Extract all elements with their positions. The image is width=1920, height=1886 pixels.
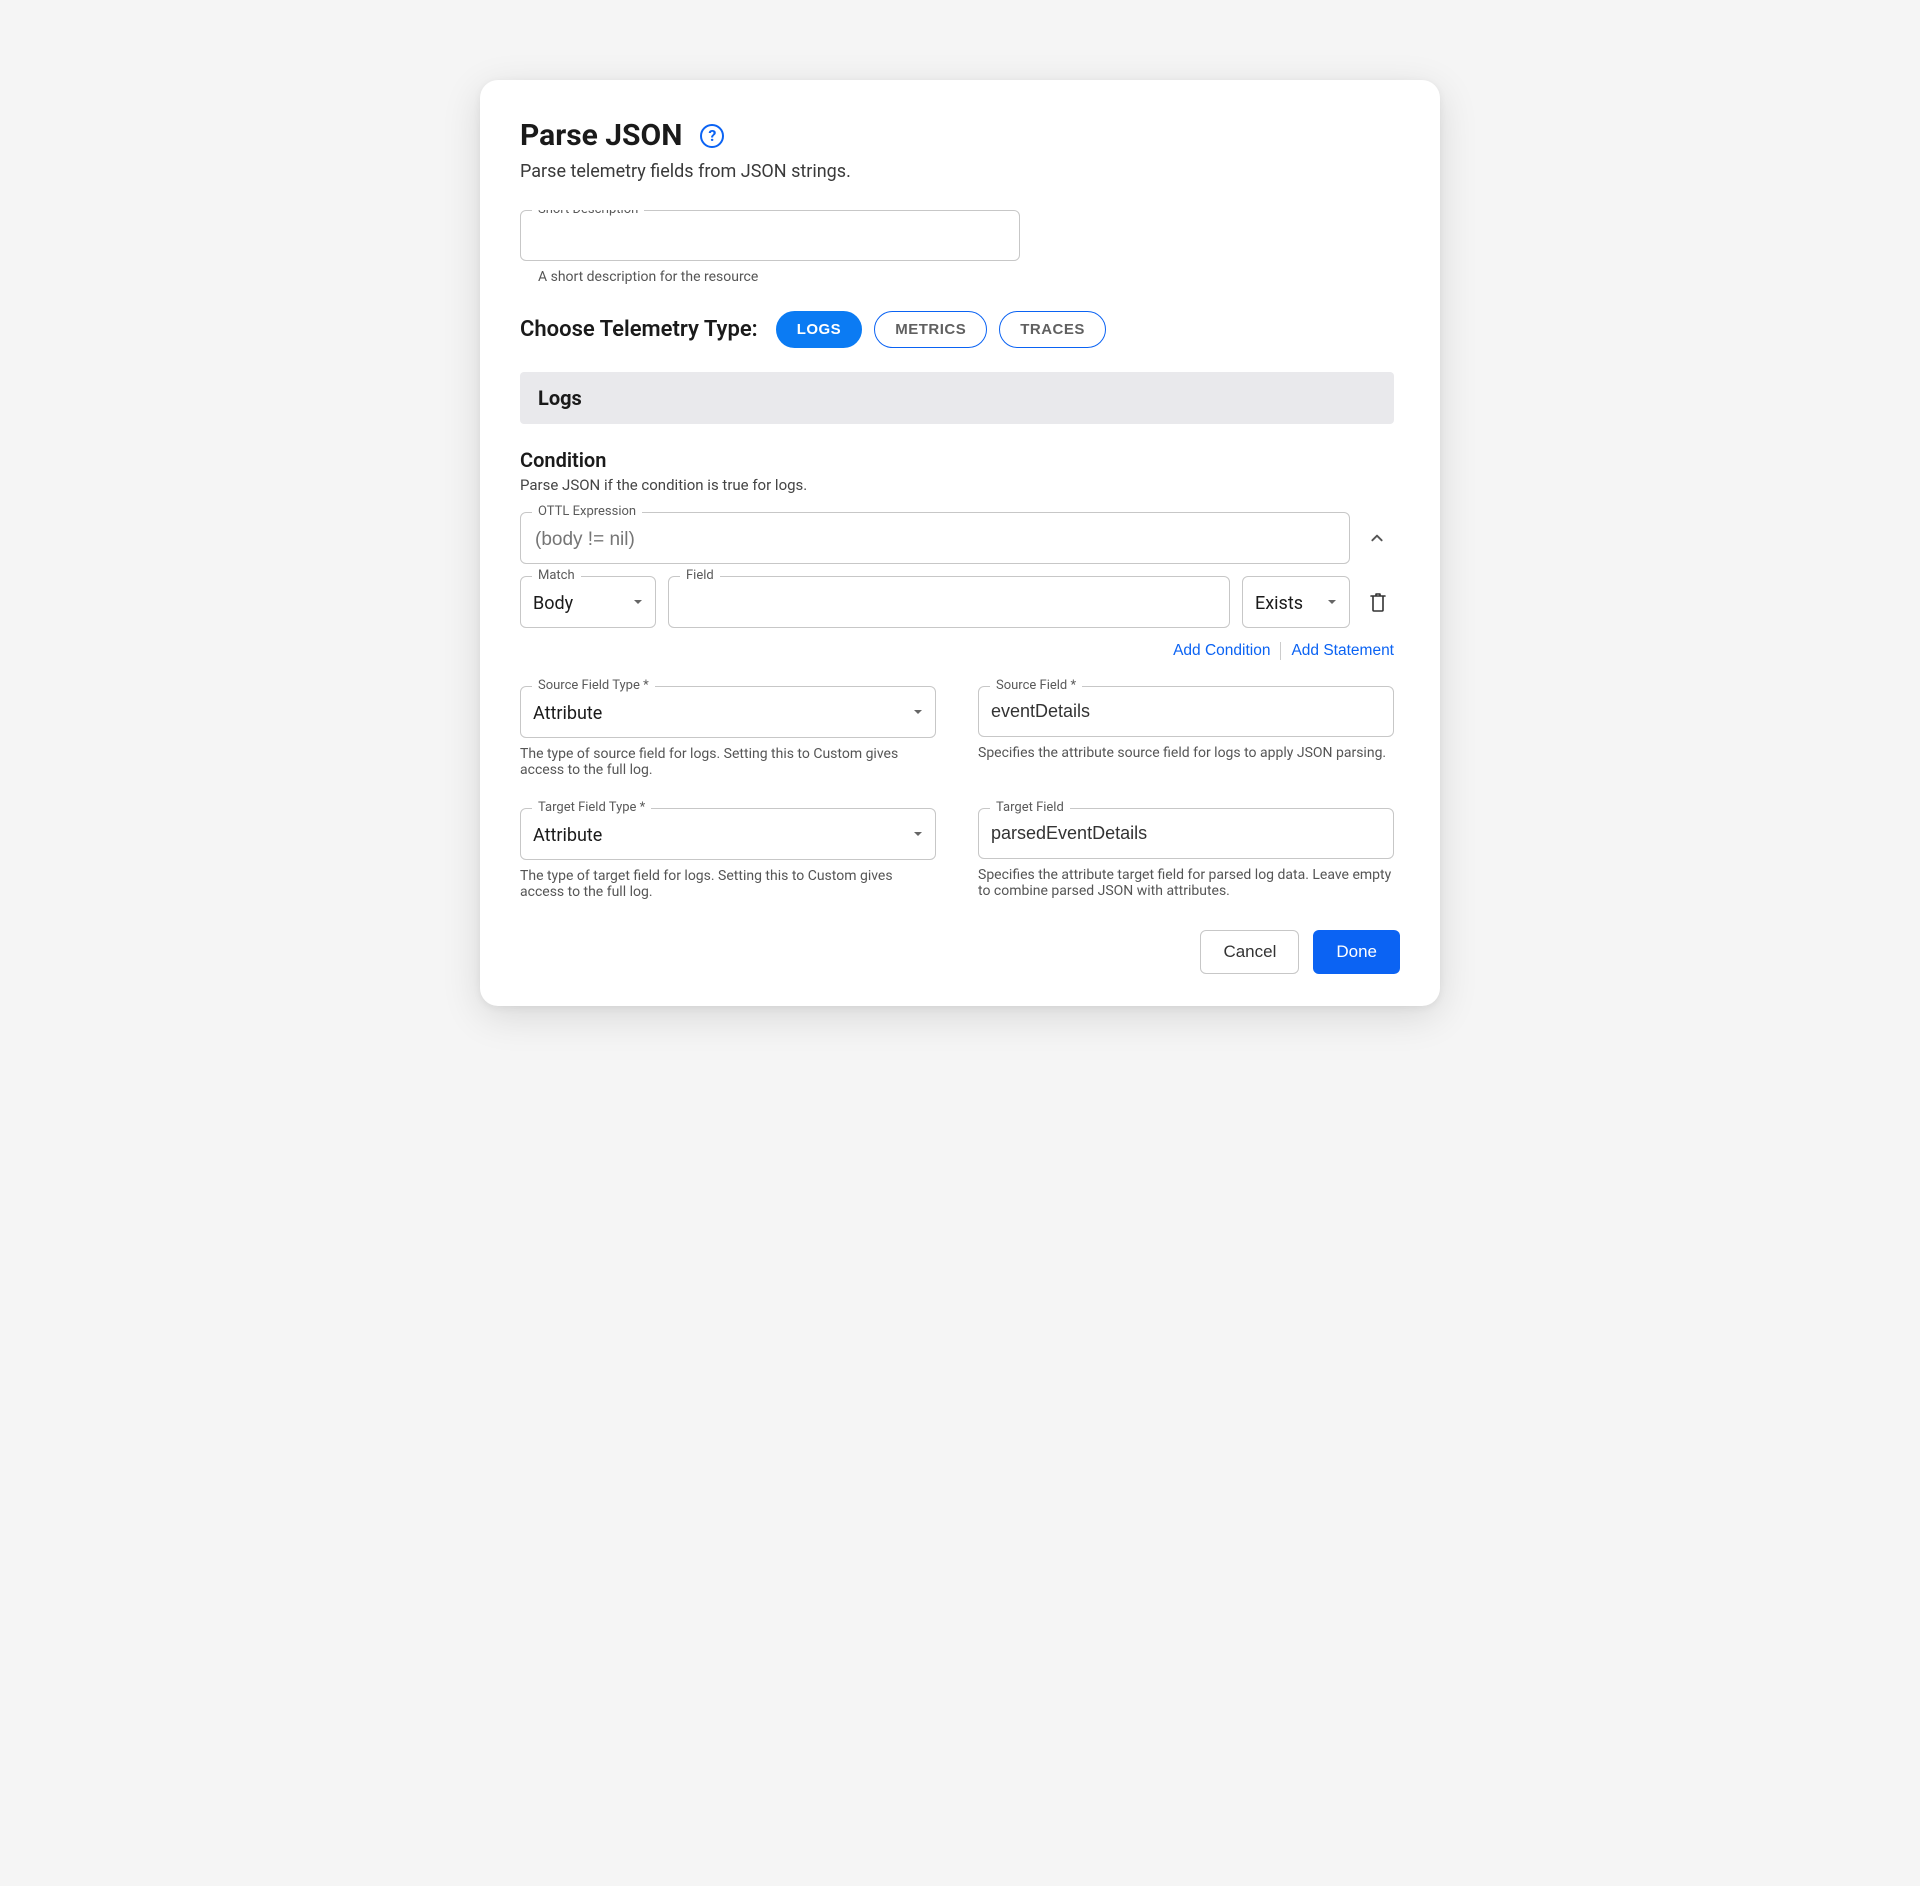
page-subtitle: Parse telemetry fields from JSON strings… [520,161,1400,182]
header-row: Parse JSON ? [520,118,1400,153]
source-field-helper: Specifies the attribute source field for… [978,745,1394,761]
source-field-col: Source Field * Specifies the attribute s… [978,686,1394,778]
dialog-card: Parse JSON ? Parse telemetry fields from… [480,80,1440,1006]
delete-condition-button[interactable] [1362,576,1394,628]
telemetry-type-row: Choose Telemetry Type: LOGS METRICS TRAC… [520,311,1394,348]
condition-row: Match Body Field Exists [520,576,1394,628]
short-description-label: Short Description [532,210,644,217]
source-field-type-value: Attribute [533,703,602,724]
source-field-type-label: Source Field Type * [532,678,655,693]
match-value: Body [533,593,573,614]
telemetry-pill-logs[interactable]: LOGS [776,311,863,348]
exists-select[interactable]: Exists [1242,576,1350,628]
short-description-helper: A short description for the resource [538,269,1020,285]
help-icon[interactable]: ? [700,124,724,148]
telemetry-pill-traces[interactable]: TRACES [999,311,1106,348]
fields-grid: Source Field Type * Attribute The type o… [520,686,1394,900]
short-description-group: Short Description A short description fo… [520,210,1020,285]
trash-icon [1368,591,1388,613]
target-field-type-col: Target Field Type * Attribute The type o… [520,808,936,900]
chevron-up-icon [1370,531,1384,545]
page-title: Parse JSON [520,118,682,153]
section-band-logs: Logs [520,372,1394,424]
source-field-type-helper: The type of source field for logs. Setti… [520,746,936,778]
condition-heading: Condition [520,448,1394,472]
source-field-label: Source Field * [990,678,1082,693]
field-label: Field [680,568,720,583]
telemetry-pill-group: LOGS METRICS TRACES [776,311,1106,348]
link-divider [1280,642,1281,660]
field-input[interactable] [668,576,1230,628]
target-field-type-value: Attribute [533,825,602,846]
condition-desc: Parse JSON if the condition is true for … [520,476,1394,494]
source-field-input[interactable] [978,686,1394,737]
exists-value: Exists [1255,593,1303,614]
condition-links: Add Condition Add Statement [520,642,1394,660]
match-select[interactable]: Body [520,576,656,628]
telemetry-pill-metrics[interactable]: METRICS [874,311,987,348]
scroll-area[interactable]: Short Description A short description fo… [520,210,1406,910]
ottl-row: OTTL Expression [520,512,1394,564]
add-condition-link[interactable]: Add Condition [1173,642,1270,660]
collapse-toggle[interactable] [1360,512,1394,564]
target-field-type-helper: The type of target field for logs. Setti… [520,868,936,900]
target-field-input[interactable] [978,808,1394,859]
target-field-type-select[interactable]: Attribute [520,808,936,860]
footer-row: Cancel Done [520,930,1400,974]
short-description-input[interactable] [520,210,1020,261]
cancel-button[interactable]: Cancel [1200,930,1299,974]
done-button[interactable]: Done [1313,930,1400,974]
telemetry-label: Choose Telemetry Type: [520,317,758,342]
target-field-type-label: Target Field Type * [532,800,651,815]
source-field-type-col: Source Field Type * Attribute The type o… [520,686,936,778]
target-field-col: Target Field Specifies the attribute tar… [978,808,1394,900]
ottl-expression-input[interactable] [520,512,1350,564]
ottl-label: OTTL Expression [532,504,642,519]
match-label: Match [532,568,581,583]
target-field-label: Target Field [990,800,1070,815]
add-statement-link[interactable]: Add Statement [1291,642,1394,660]
target-field-helper: Specifies the attribute target field for… [978,867,1394,899]
source-field-type-select[interactable]: Attribute [520,686,936,738]
